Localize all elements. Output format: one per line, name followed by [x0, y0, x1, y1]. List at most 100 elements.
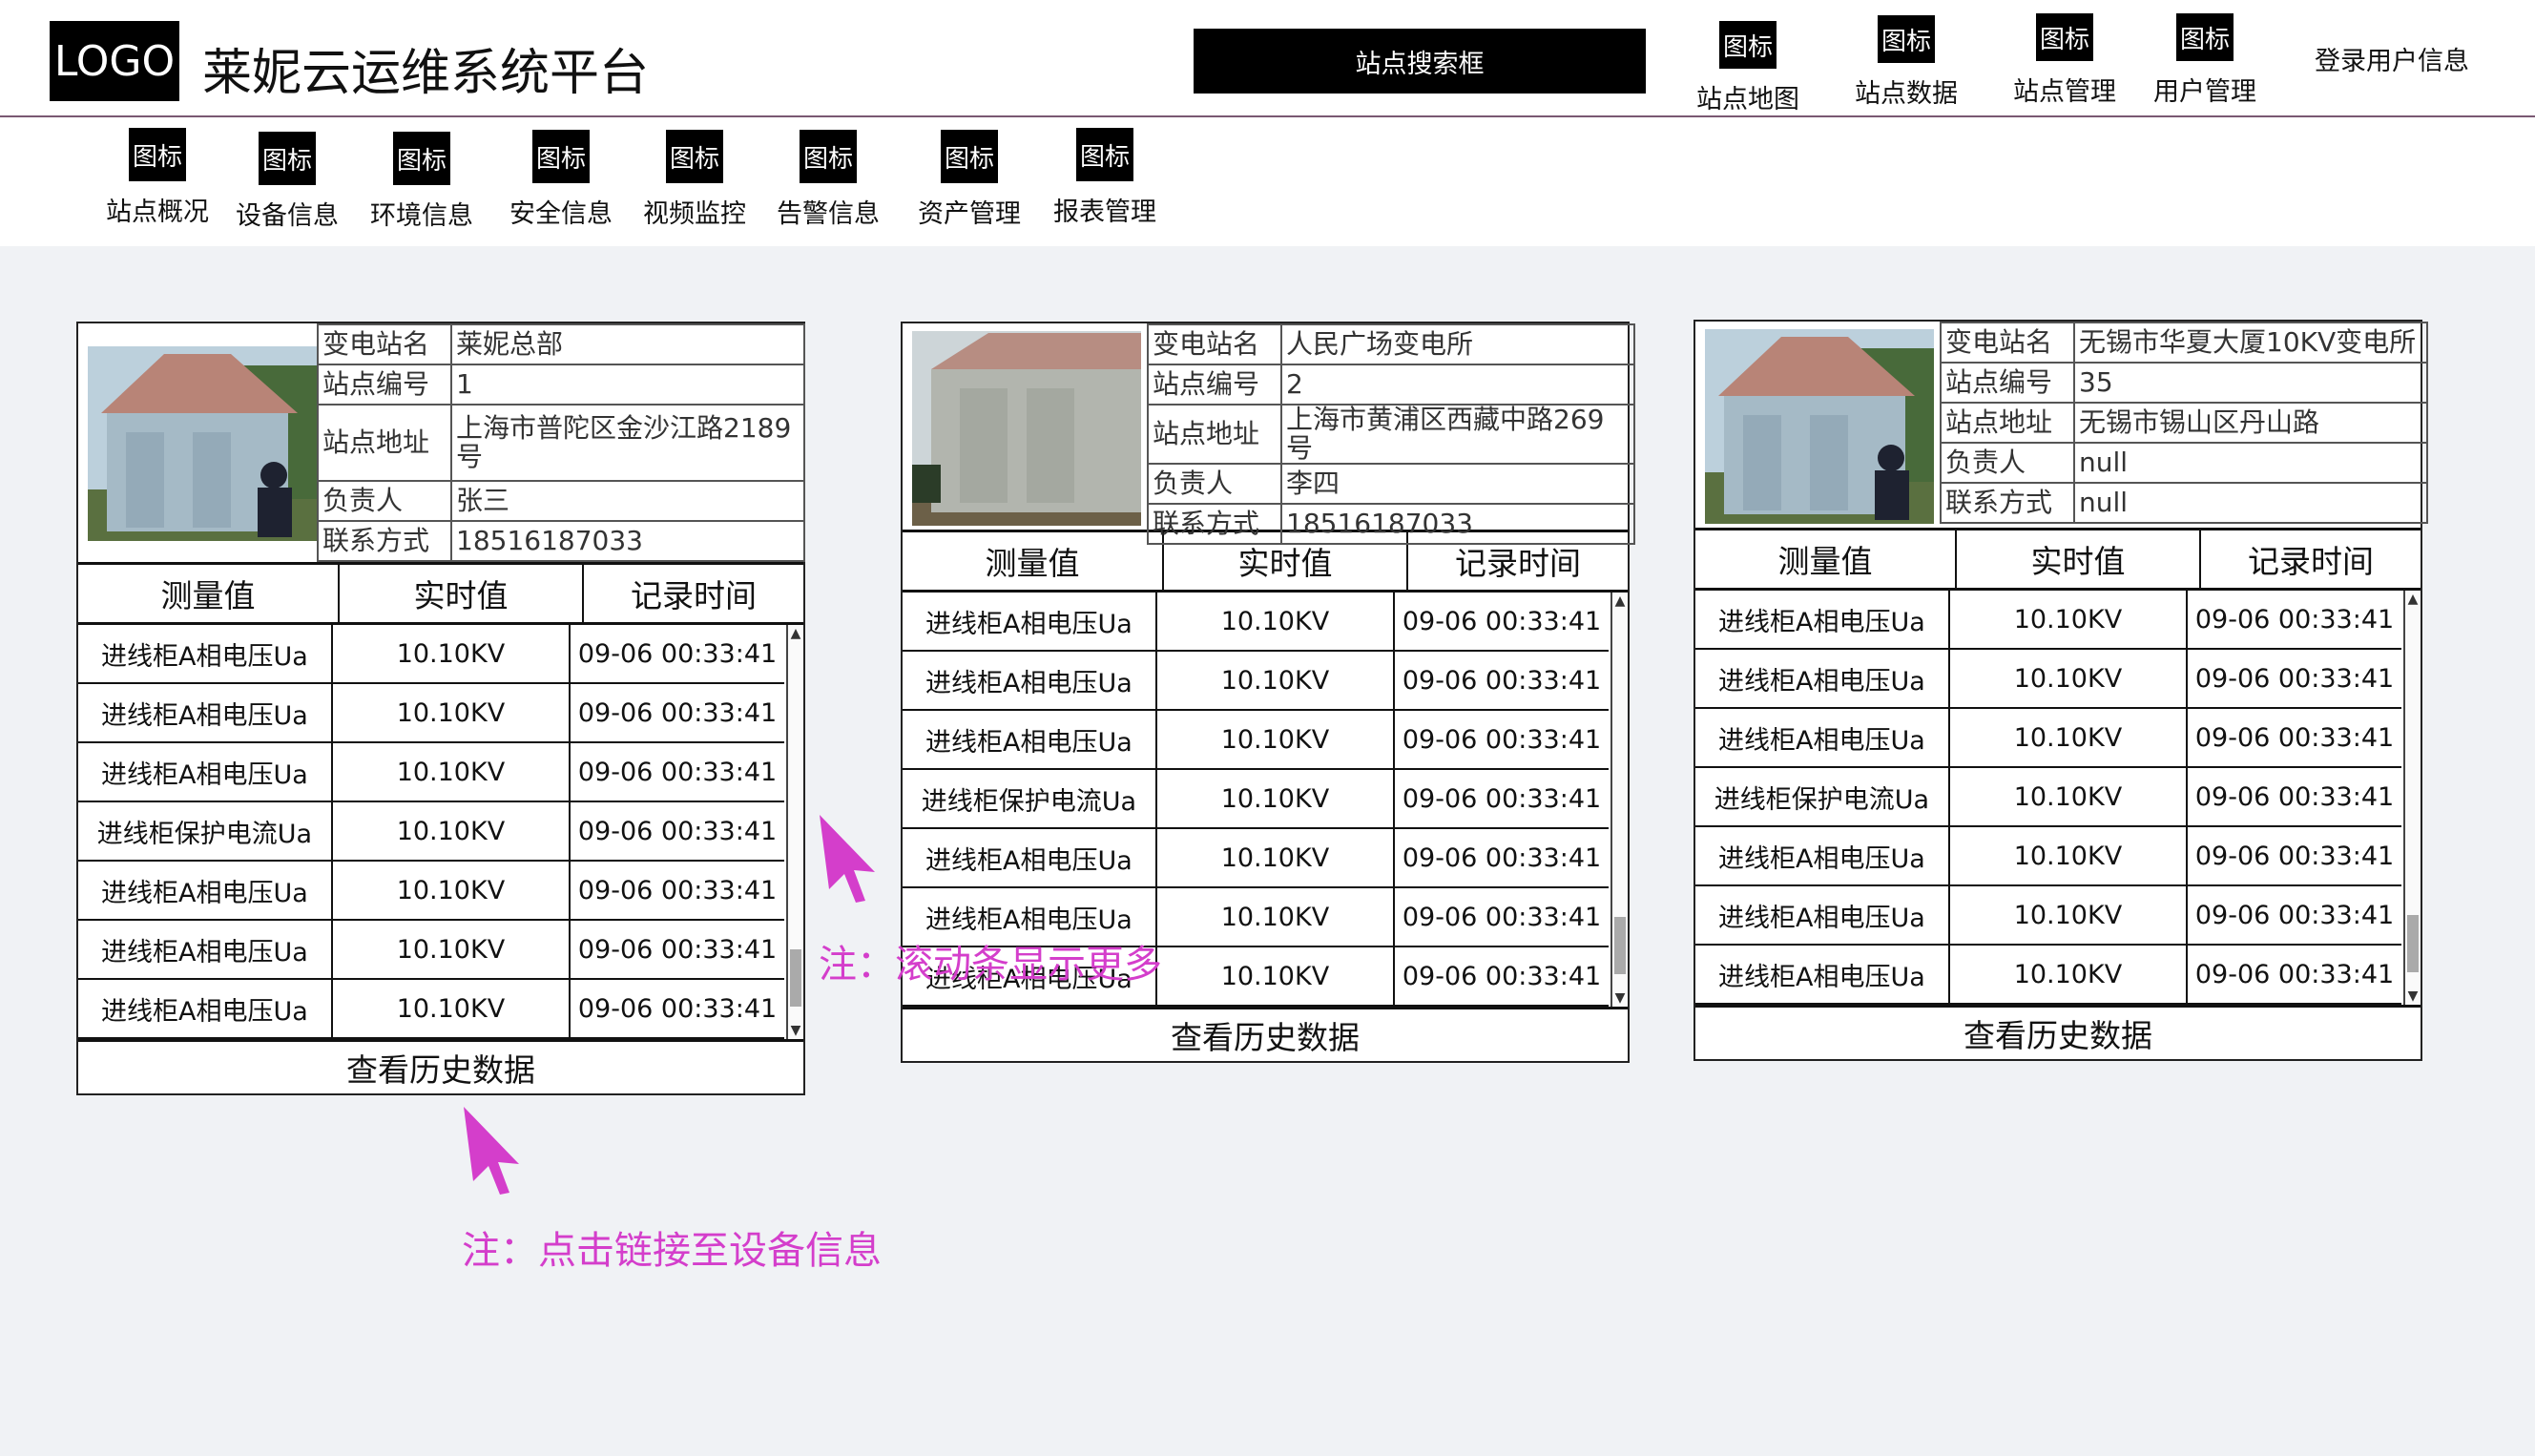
record-time: 09-06 00:33:41: [577, 993, 778, 1024]
station-info: 变电站名 莱妮总部 站点编号 1 站点地址 上海市普陀区金沙江路2189号 负责人 张三…: [78, 323, 805, 562]
scroll-down-arrow-icon[interactable]: ▼: [1612, 989, 1628, 1007]
info-key: 负责人: [1147, 463, 1282, 505]
tab-label: 告警信息: [777, 199, 880, 229]
logo[interactable]: LOGO: [50, 21, 179, 101]
scroll-down-arrow-icon[interactable]: ▼: [2405, 988, 2421, 1005]
tab-device-info[interactable]: 图标 设备信息: [225, 132, 349, 232]
table-row: 进线柜A相电压Ua 10.10KV 09-06 00:33:41: [1695, 591, 2401, 650]
station-manager-value: 李四: [1280, 463, 1635, 505]
info-key: 联系方式: [1147, 503, 1282, 545]
tab-security-info[interactable]: 图标 安全信息: [499, 130, 623, 230]
table-row: 进线柜A相电压Ua 10.10KV 09-06 00:33:41: [903, 711, 1609, 770]
nav-site-map[interactable]: 图标 站点地图: [1676, 21, 1819, 115]
info-key: 站点编号: [1147, 364, 1282, 406]
measurement-name: 进线柜A相电压Ua: [903, 652, 1157, 709]
info-key: 站点编号: [1940, 362, 2075, 404]
station-info-table: 变电站名 莱妮总部 站点编号 1 站点地址 上海市普陀区金沙江路2189号 负责人 张三…: [317, 323, 805, 562]
record-time: 09-06 00:33:41: [2194, 841, 2395, 871]
tab-label: 环境信息: [370, 201, 473, 231]
nav-site-data[interactable]: 图标 站点数据: [1835, 15, 1978, 110]
scroll-up-arrow-icon[interactable]: ▲: [788, 625, 803, 642]
table-scrollbar[interactable]: ▲ ▼: [1610, 593, 1628, 1007]
info-key: 负责人: [1940, 442, 2075, 484]
info-key: 站点地址: [317, 404, 452, 482]
alarm-info-icon: 图标: [800, 130, 857, 183]
table-row: 进线柜A相电压Ua 10.10KV 09-06 00:33:41: [78, 980, 784, 1039]
table-row: 进线柜A相电压Ua 10.10KV 09-06 00:33:41: [903, 829, 1609, 888]
table-row: 进线柜A相电压Ua 10.10KV 09-06 00:33:41: [903, 593, 1609, 652]
station-manager-value: null: [2073, 442, 2428, 484]
tab-video-monitoring[interactable]: 图标 视频监控: [633, 130, 757, 230]
site-overview-icon: 图标: [129, 128, 186, 181]
scrollbar-thumb[interactable]: [1614, 917, 1626, 974]
station-info-table: 变电站名 人民广场变电所 站点编号 2 站点地址 上海市黄浦区西藏中路269号 负责人…: [1147, 323, 1635, 545]
station-contact-value: 18516187033: [450, 520, 805, 562]
realtime-value: 10.10KV: [1950, 591, 2189, 648]
tab-asset-management[interactable]: 图标 资产管理: [907, 130, 1031, 230]
realtime-value: 10.10KV: [1157, 947, 1396, 1005]
measurement-name: 进线柜A相电压Ua: [1695, 946, 1950, 1003]
tab-label: 设备信息: [236, 201, 339, 231]
station-info: 变电站名 人民广场变电所 站点编号 2 站点地址 上海市黄浦区西藏中路269号 负责人…: [903, 323, 1635, 545]
record-time: 09-06 00:33:41: [1402, 665, 1602, 696]
measurement-name: 进线柜A相电压Ua: [78, 684, 333, 741]
realtime-value: 10.10KV: [1950, 946, 2189, 1003]
measurement-name: 进线柜A相电压Ua: [78, 625, 333, 682]
measurement-name: 进线柜A相电压Ua: [1695, 886, 1950, 944]
view-history-data-link[interactable]: 查看历史数据: [78, 1042, 803, 1093]
measurement-name: 进线柜A相电压Ua: [78, 862, 333, 919]
table-row: 进线柜A相电压Ua 10.10KV 09-06 00:33:41: [903, 652, 1609, 711]
info-key: 负责人: [317, 480, 452, 522]
measurement-name: 进线柜A相电压Ua: [78, 743, 333, 801]
scroll-up-arrow-icon[interactable]: ▲: [2405, 591, 2421, 608]
tab-label: 报表管理: [1053, 198, 1156, 227]
tab-environment-info[interactable]: 图标 环境信息: [360, 132, 484, 232]
record-time: 09-06 00:33:41: [577, 816, 778, 846]
pointer-arrow-icon: [820, 815, 875, 903]
station-info-table: 变电站名 无锡市华夏大厦10KV变电所 站点编号 35 站点地址 无锡市锡山区丹山路 …: [1940, 322, 2428, 524]
measurement-table-header: 测量值 实时值 记录时间: [78, 562, 803, 625]
tab-label: 安全信息: [509, 199, 613, 229]
measurement-name: 进线柜保护电流Ua: [903, 770, 1157, 827]
nav-label: 站点数据: [1855, 79, 1958, 109]
nav-label: 站点地图: [1696, 85, 1799, 114]
scrollbar-thumb[interactable]: [790, 949, 801, 1007]
measurement-table-body: 进线柜A相电压Ua 10.10KV 09-06 00:33:41 进线柜A相电压Ua…: [1695, 591, 2421, 1008]
table-row: 进线柜A相电压Ua 10.10KV 09-06 00:33:41: [1695, 946, 2401, 1005]
scrollbar-thumb[interactable]: [2407, 915, 2419, 972]
nav-user-management[interactable]: 图标 用户管理: [2133, 13, 2276, 108]
record-time: 09-06 00:33:41: [1402, 902, 1602, 932]
table-scrollbar[interactable]: ▲ ▼: [786, 625, 803, 1039]
login-user-info[interactable]: 登录用户信息: [2315, 40, 2469, 77]
station-name-value: 莱妮总部: [450, 323, 805, 365]
table-row: 进线柜A相电压Ua 10.10KV 09-06 00:33:41: [1695, 709, 2401, 768]
view-history-data-link[interactable]: 查看历史数据: [1695, 1008, 2421, 1059]
scroll-down-arrow-icon[interactable]: ▼: [788, 1022, 803, 1039]
tab-site-overview[interactable]: 图标 站点概况: [95, 128, 219, 228]
record-time: 09-06 00:33:41: [1402, 724, 1602, 755]
table-row: 进线柜A相电压Ua 10.10KV 09-06 00:33:41: [1695, 886, 2401, 946]
video-monitoring-icon: 图标: [666, 130, 723, 183]
station-manager-value: 张三: [450, 480, 805, 522]
realtime-value: 10.10KV: [1157, 888, 1396, 946]
table-row: 进线柜A相电压Ua 10.10KV 09-06 00:33:41: [78, 625, 784, 684]
column-header: 实时值: [1957, 530, 2201, 588]
column-header: 记录时间: [2248, 543, 2374, 580]
realtime-value: 10.10KV: [1157, 593, 1396, 650]
tab-label: 资产管理: [918, 199, 1021, 229]
column-header: 记录时间: [631, 577, 757, 614]
tab-report-management[interactable]: 图标 报表管理: [1043, 128, 1167, 228]
realtime-value: 10.10KV: [1950, 768, 2189, 825]
nav-site-management[interactable]: 图标 站点管理: [1993, 13, 2136, 108]
measurement-name: 进线柜A相电压Ua: [903, 829, 1157, 886]
user-management-icon: 图标: [2176, 13, 2234, 61]
scroll-up-arrow-icon[interactable]: ▲: [1612, 593, 1628, 610]
table-scrollbar[interactable]: ▲ ▼: [2403, 591, 2421, 1005]
realtime-value: 10.10KV: [333, 980, 571, 1037]
view-history-data-link[interactable]: 查看历史数据: [903, 1009, 1628, 1061]
tab-alarm-info[interactable]: 图标 告警信息: [766, 130, 890, 230]
measurement-name: 进线柜A相电压Ua: [1695, 650, 1950, 707]
site-search-box[interactable]: 站点搜索框: [1194, 29, 1646, 94]
substation-image: [912, 331, 1141, 526]
table-row: 进线柜A相电压Ua 10.10KV 09-06 00:33:41: [78, 862, 784, 921]
